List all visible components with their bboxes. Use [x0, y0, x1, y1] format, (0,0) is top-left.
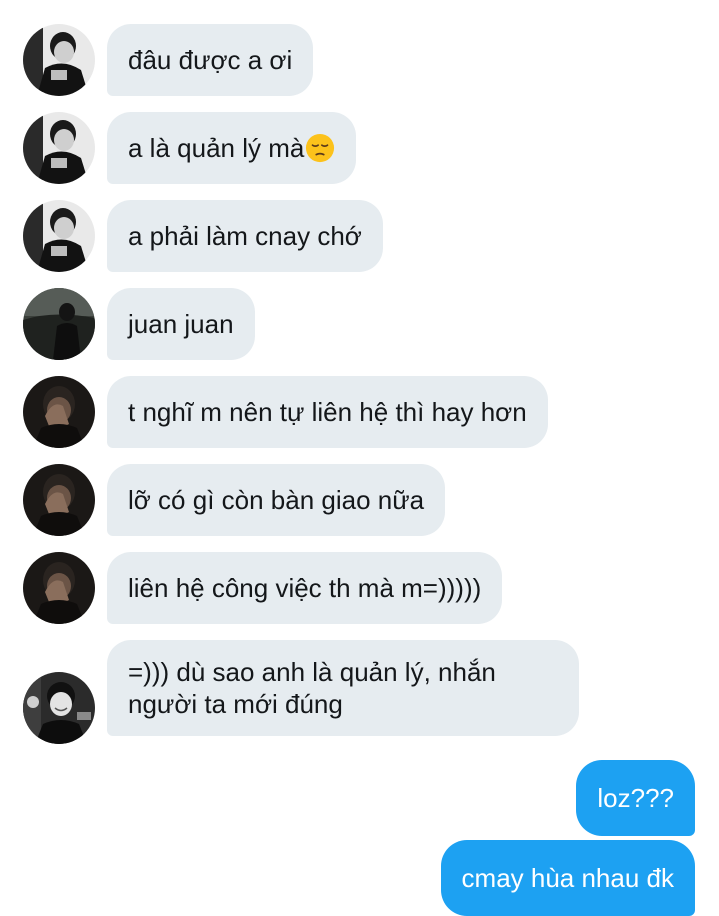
message-text: cmay hùa nhau đk — [461, 863, 674, 893]
message-row: liên hệ công việc th mà m=))))) — [0, 552, 719, 624]
incoming-message-bubble: lỡ có gì còn bàn giao nữa — [107, 464, 446, 536]
outgoing-message-bubble: loz??? — [576, 760, 695, 836]
message-row: lỡ có gì còn bàn giao nữa — [0, 464, 719, 536]
message-text: a phải làm cnay chớ — [128, 221, 362, 251]
message-row: cmay hùa nhau đk — [0, 840, 719, 916]
message-row: loz??? — [0, 760, 719, 836]
avatar-smiling-man[interactable] — [23, 672, 95, 744]
avatar-hand-face[interactable] — [23, 464, 95, 536]
message-text: t nghĩ m nên tự liên hệ thì hay hơn — [128, 397, 527, 427]
avatar-bw-man[interactable] — [23, 200, 95, 272]
outgoing-message-bubble: cmay hùa nhau đk — [440, 840, 695, 916]
message-text: lỡ có gì còn bàn giao nữa — [128, 485, 425, 515]
message-row: juan juan — [0, 288, 719, 360]
message-row: a là quản lý mà — [0, 112, 719, 184]
incoming-message-bubble: juan juan — [107, 288, 255, 360]
dm-conversation: đâu được a ơi a là quản lý mà a phải làm… — [0, 0, 719, 916]
avatar-hand-face[interactable] — [23, 552, 95, 624]
message-row: đâu được a ơi — [0, 24, 719, 96]
message-text: đâu được a ơi — [128, 45, 293, 75]
message-text: loz??? — [597, 783, 674, 813]
pensive-face-icon — [306, 133, 335, 163]
message-text: liên hệ công việc th mà m=))))) — [128, 573, 482, 603]
avatar-bw-man[interactable] — [23, 24, 95, 96]
incoming-message-bubble: t nghĩ m nên tự liên hệ thì hay hơn — [107, 376, 548, 448]
message-row: =))) dù sao anh là quản lý, nhắn người t… — [0, 640, 719, 744]
avatar-dark-night[interactable] — [23, 288, 95, 360]
avatar-hand-face[interactable] — [23, 376, 95, 448]
incoming-message-bubble: a là quản lý mà — [107, 112, 357, 184]
message-text: =))) dù sao anh là quản lý, nhắn người t… — [128, 657, 496, 719]
incoming-message-bubble: liên hệ công việc th mà m=))))) — [107, 552, 503, 624]
message-row: t nghĩ m nên tự liên hệ thì hay hơn — [0, 376, 719, 448]
message-text: a là quản lý mà — [128, 133, 305, 163]
incoming-message-bubble: a phải làm cnay chớ — [107, 200, 383, 272]
message-text: juan juan — [128, 309, 234, 339]
message-row: a phải làm cnay chớ — [0, 200, 719, 272]
avatar-bw-man[interactable] — [23, 112, 95, 184]
incoming-message-bubble: đâu được a ơi — [107, 24, 314, 96]
incoming-message-bubble: =))) dù sao anh là quản lý, nhắn người t… — [107, 640, 579, 736]
